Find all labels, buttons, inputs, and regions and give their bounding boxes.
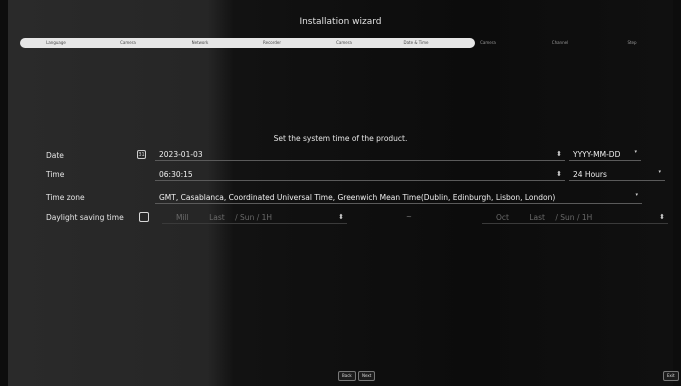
dst-end-day: / Sun / 1H <box>555 213 593 222</box>
wizard-steps: Language Camera Network Recorder Camera … <box>20 38 668 48</box>
time-format-select[interactable]: 24 Hours ▾ <box>569 168 665 181</box>
step-camera-3[interactable]: Camera <box>452 38 524 48</box>
next-button[interactable]: Next <box>358 371 376 381</box>
time-value: 06:30:15 <box>159 170 193 179</box>
step-camera-2[interactable]: Camera <box>308 38 380 48</box>
chevron-down-icon: ▾ <box>658 169 661 175</box>
chevron-down-icon: ▾ <box>634 149 637 155</box>
wizard-window: Installation wizard Language Camera Netw… <box>8 0 679 386</box>
dst-end-select[interactable]: Oct Last / Sun / 1H ⬍ <box>482 211 668 224</box>
time-format-value: 24 Hours <box>573 170 607 179</box>
exit-button[interactable]: Exit <box>663 371 679 381</box>
section-title: Set the system time of the product. <box>273 134 408 143</box>
dst-start-week: Last <box>209 213 225 222</box>
dst-start-select[interactable]: Mill Last / Sun / 1H ⬍ <box>162 211 347 224</box>
step-recorder[interactable]: Recorder <box>236 38 308 48</box>
wizard-title: Installation wizard <box>299 17 382 27</box>
dst-label: Daylight saving time <box>46 213 124 222</box>
back-button[interactable]: Back <box>338 371 356 381</box>
chevron-down-icon: ▾ <box>635 192 638 198</box>
step-final[interactable]: Step <box>596 38 668 48</box>
step-network[interactable]: Network <box>164 38 236 48</box>
dst-range-separator: ~ <box>406 213 412 221</box>
timezone-select[interactable]: GMT, Casablanca, Coordinated Universal T… <box>155 191 642 204</box>
step-camera-1[interactable]: Camera <box>92 38 164 48</box>
calendar-icon[interactable]: 31 <box>137 150 146 159</box>
dst-end-week: Last <box>529 213 545 222</box>
step-language[interactable]: Language <box>20 38 92 48</box>
date-field[interactable]: 2023-01-03 ⬍ <box>155 148 565 161</box>
dst-start-day: / Sun / 1H <box>235 213 273 222</box>
date-spinner-icon[interactable]: ⬍ <box>556 148 562 161</box>
dst-end-spinner-icon: ⬍ <box>659 213 665 221</box>
step-date-time[interactable]: Date & Time <box>380 38 452 48</box>
date-value: 2023-01-03 <box>159 150 203 159</box>
dst-end-time: Oct <box>496 213 509 222</box>
dst-checkbox[interactable] <box>139 212 149 222</box>
timezone-label: Time zone <box>46 193 85 202</box>
time-spinner-icon[interactable]: ⬍ <box>556 168 562 181</box>
date-format-select[interactable]: YYYY-MM-DD ▾ <box>569 148 641 161</box>
timezone-value: GMT, Casablanca, Coordinated Universal T… <box>159 193 556 202</box>
dst-start-time: Mill <box>176 213 189 222</box>
time-field[interactable]: 06:30:15 ⬍ <box>155 168 565 181</box>
dst-start-spinner-icon: ⬍ <box>338 213 344 221</box>
step-channel[interactable]: Channel <box>524 38 596 48</box>
date-label: Date <box>46 151 64 160</box>
time-label: Time <box>46 170 65 179</box>
date-format-value: YYYY-MM-DD <box>573 150 621 159</box>
